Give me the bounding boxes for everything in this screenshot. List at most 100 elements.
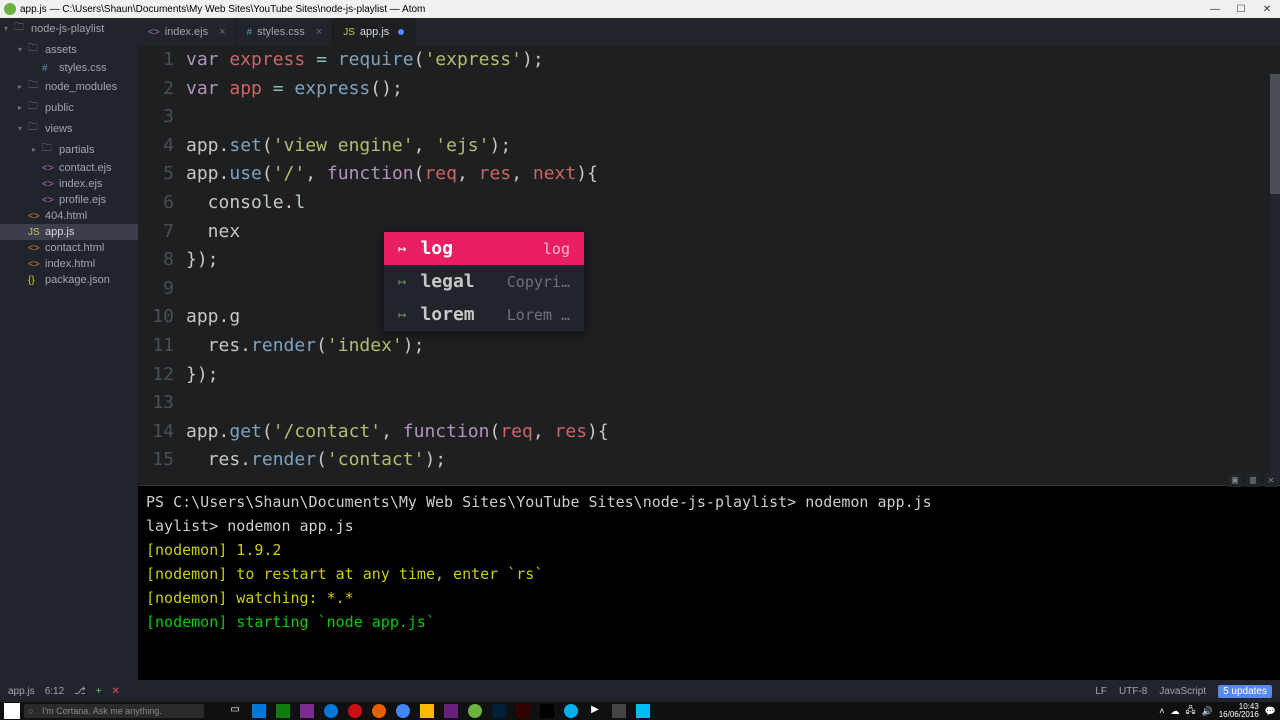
editor-tab[interactable]: #styles.css×: [237, 18, 334, 46]
code-lines[interactable]: var express = require('express');var app…: [186, 46, 1280, 475]
vertical-scrollbar[interactable]: [1270, 74, 1280, 485]
tab-label: app.js: [360, 26, 389, 38]
html-icon: <>: [28, 243, 42, 254]
autocomplete-item[interactable]: ↦legalCopyri…: [384, 265, 584, 298]
ejs-icon: <>: [148, 27, 160, 38]
maximize-button[interactable]: ☐: [1228, 4, 1254, 15]
app-icon-y[interactable]: [636, 704, 650, 718]
code-editor[interactable]: 123456789101112131415 var express = requ…: [138, 46, 1280, 485]
tree-item[interactable]: #styles.css: [0, 60, 138, 76]
taskbar-clock[interactable]: 10:43 16/06/2016: [1219, 703, 1259, 719]
modified-dot-icon: [398, 29, 404, 35]
folder-icon: 🗀: [28, 41, 42, 58]
tree-label: assets: [45, 44, 77, 56]
git-branch-icon[interactable]: ⎇: [74, 686, 86, 697]
tree-item[interactable]: <>contact.html: [0, 240, 138, 256]
app-icon-x[interactable]: [612, 704, 626, 718]
autocomplete-popup[interactable]: ↦loglog↦legalCopyri…↦loremLorem …: [383, 231, 585, 332]
media-icon[interactable]: ▶: [588, 704, 602, 718]
editor-tab[interactable]: JSapp.js: [333, 18, 415, 46]
tree-label: views: [45, 123, 73, 135]
terminal-close-icon[interactable]: ✕: [1264, 474, 1278, 487]
snippet-arrow-icon: ↦: [398, 241, 406, 257]
minimize-button[interactable]: —: [1202, 4, 1228, 15]
tab-close-icon[interactable]: ×: [219, 26, 225, 38]
status-file[interactable]: app.js: [8, 686, 35, 697]
git-add-icon[interactable]: +: [96, 686, 102, 697]
tree-item[interactable]: {}package.json: [0, 272, 138, 288]
tree-label: index.ejs: [59, 178, 102, 190]
status-eol[interactable]: LF: [1095, 686, 1107, 697]
tree-root[interactable]: ▾ 🗀 node-js-playlist: [0, 18, 138, 39]
tree-item[interactable]: <>404.html: [0, 208, 138, 224]
explorer-icon[interactable]: [420, 704, 434, 718]
terminal-line: [nodemon] starting `node app.js`: [146, 610, 1272, 634]
volume-icon[interactable]: 🔊: [1202, 706, 1213, 717]
ejs-icon: <>: [42, 163, 56, 174]
firefox-icon[interactable]: [372, 704, 386, 718]
tree-item[interactable]: <>contact.ejs: [0, 160, 138, 176]
chrome-icon[interactable]: [396, 704, 410, 718]
ps-icon[interactable]: [492, 704, 506, 718]
tree-label: contact.ejs: [59, 162, 112, 174]
status-encoding[interactable]: UTF-8: [1119, 686, 1147, 697]
app-icon-3[interactable]: [300, 704, 314, 718]
autocomplete-item[interactable]: ↦loglog: [384, 232, 584, 265]
tree-label: contact.html: [45, 242, 104, 254]
autocomplete-hint: log: [543, 240, 570, 258]
html-icon: <>: [28, 211, 42, 222]
onedrive-icon[interactable]: ☁: [1170, 706, 1179, 717]
skype-icon[interactable]: [564, 704, 578, 718]
file-tree[interactable]: ▾ 🗀 node-js-playlist ▾🗀assets#styles.css…: [0, 18, 138, 680]
taskbar-apps: ▭ ▶: [228, 704, 650, 718]
taskview-icon[interactable]: ▭: [228, 704, 242, 718]
atom-icon[interactable]: [468, 704, 482, 718]
terminal-line: [nodemon] 1.9.2: [146, 538, 1272, 562]
tree-item[interactable]: <>profile.ejs: [0, 192, 138, 208]
cmd-icon[interactable]: [540, 704, 554, 718]
tree-item[interactable]: JSapp.js: [0, 224, 138, 240]
folder-icon: 🗀: [28, 99, 42, 116]
snippet-arrow-icon: ↦: [398, 307, 406, 323]
html-icon: <>: [28, 259, 42, 270]
app-icon-2[interactable]: [276, 704, 290, 718]
status-updates[interactable]: 5 updates: [1218, 685, 1272, 698]
autocomplete-item[interactable]: ↦loremLorem …: [384, 298, 584, 331]
tree-item[interactable]: ▾🗀assets: [0, 39, 138, 60]
terminal-split-icon[interactable]: ▥: [1246, 474, 1260, 487]
terminal-panel[interactable]: ▣ ▥ ✕ PS C:\Users\Shaun\Documents\My Web…: [138, 485, 1280, 680]
tree-item[interactable]: ▾🗀views: [0, 118, 138, 139]
css-icon: #: [247, 27, 253, 38]
cortana-search[interactable]: I'm Cortana. Ask me anything.: [24, 704, 204, 718]
network-icon[interactable]: 🖧: [1185, 703, 1195, 719]
ai-icon[interactable]: [516, 704, 530, 718]
tray-chevron-icon[interactable]: ˄: [1159, 706, 1164, 716]
edge-icon[interactable]: [324, 704, 338, 718]
folder-icon: 🗀: [14, 20, 28, 37]
git-error-icon[interactable]: ✕: [112, 686, 120, 697]
tree-label: profile.ejs: [59, 194, 106, 206]
scrollbar-thumb[interactable]: [1270, 74, 1280, 194]
system-tray[interactable]: ˄ ☁ 🖧 🔊 10:43 16/06/2016 💬: [1159, 703, 1276, 719]
notification-icon[interactable]: 💬: [1265, 706, 1276, 717]
start-button[interactable]: [4, 703, 20, 719]
chevron-down-icon: ▾: [4, 24, 14, 33]
css-icon: #: [42, 63, 56, 74]
terminal-tab-icon[interactable]: ▣: [1228, 474, 1242, 487]
window-titlebar: app.js — C:\Users\Shaun\Documents\My Web…: [0, 0, 1280, 18]
tree-item[interactable]: ▸🗀partials: [0, 139, 138, 160]
opera-icon[interactable]: [348, 704, 362, 718]
tree-item[interactable]: ▸🗀node_modules: [0, 76, 138, 97]
status-position[interactable]: 6:12: [45, 686, 64, 697]
tree-item[interactable]: <>index.ejs: [0, 176, 138, 192]
tree-item[interactable]: ▸🗀public: [0, 97, 138, 118]
app-icon-1[interactable]: [252, 704, 266, 718]
vs-icon[interactable]: [444, 704, 458, 718]
status-language[interactable]: JavaScript: [1159, 686, 1206, 697]
tree-item[interactable]: <>index.html: [0, 256, 138, 272]
tab-close-icon[interactable]: ×: [316, 26, 322, 38]
editor-tab[interactable]: <>index.ejs×: [138, 18, 237, 46]
tree-arrow-icon: ▾: [18, 45, 28, 54]
close-button[interactable]: ✕: [1254, 4, 1280, 15]
tree-label: index.html: [45, 258, 95, 270]
